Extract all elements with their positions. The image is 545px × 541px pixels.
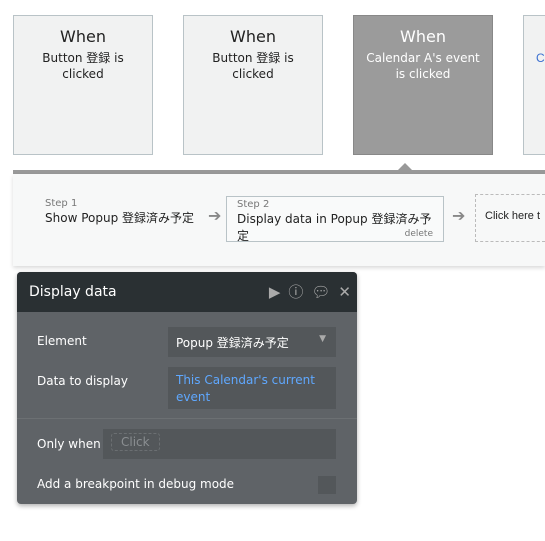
step-1[interactable]: Step 1 Show Popup 登録済み予定 — [45, 198, 194, 226]
breakpoint-label: Add a breakpoint in debug mode — [37, 477, 235, 491]
divider — [17, 418, 357, 419]
step-number: Step 1 — [45, 198, 78, 209]
event-when — [524, 27, 545, 46]
event-card-4[interactable]: C — [523, 15, 545, 155]
element-dropdown[interactable]: Popup 登録済み予定 ▼ — [168, 327, 336, 357]
event-when: When — [60, 27, 106, 46]
arrow-right-icon: ➔ — [208, 206, 222, 225]
breakpoint-checkbox[interactable] — [318, 476, 336, 494]
step-number: Step 2 — [237, 199, 270, 210]
event-trigger: Button 登録 is clicked — [42, 51, 124, 81]
add-step-button[interactable]: Click here t — [475, 194, 545, 242]
event-when: When — [230, 27, 276, 46]
play-icon[interactable]: ▶ — [269, 272, 281, 312]
event-trigger: Calendar A's event is clicked — [366, 51, 480, 81]
display-data-panel: Display data ▶ ⓘ 💬︎ ✕ Element Popup 登録済み… — [17, 272, 357, 504]
element-value: Popup 登録済み予定 — [176, 336, 289, 350]
info-icon[interactable]: ⓘ — [288, 272, 303, 312]
panel-header: Display data ▶ ⓘ 💬︎ ✕ — [17, 272, 357, 312]
element-label: Element — [37, 334, 87, 348]
event-trigger: Button 登録 is clicked — [212, 51, 294, 81]
event-card-2[interactable]: When Button 登録 is clicked — [183, 15, 323, 155]
event-trigger: C — [536, 51, 545, 65]
event-card-3-selected[interactable]: When Calendar A's event is clicked — [353, 15, 493, 155]
workflow-steps: Step 1 Show Popup 登録済み予定 ➔ Step 2 Displa… — [13, 174, 545, 266]
event-when: When — [400, 27, 446, 46]
data-to-display-field[interactable]: This Calendar's current event — [168, 367, 336, 409]
only-when-field[interactable]: Click — [103, 429, 336, 459]
step-2[interactable]: Step 2 Display data in Popup 登録済み予定 dele… — [226, 196, 444, 243]
close-icon[interactable]: ✕ — [338, 272, 351, 312]
step-label: Show Popup 登録済み予定 — [45, 211, 194, 225]
selection-notch — [398, 163, 412, 170]
comment-icon[interactable]: 💬︎ — [311, 272, 330, 312]
data-to-display-label: Data to display — [37, 374, 128, 388]
chevron-down-icon: ▼ — [319, 334, 326, 344]
arrow-right-icon: ➔ — [452, 206, 466, 225]
delete-step-link[interactable]: delete — [405, 229, 433, 239]
only-when-placeholder: Click — [111, 433, 160, 451]
panel-title: Display data — [29, 284, 117, 300]
event-card-1[interactable]: When Button 登録 is clicked — [13, 15, 153, 155]
only-when-label: Only when — [37, 437, 101, 451]
